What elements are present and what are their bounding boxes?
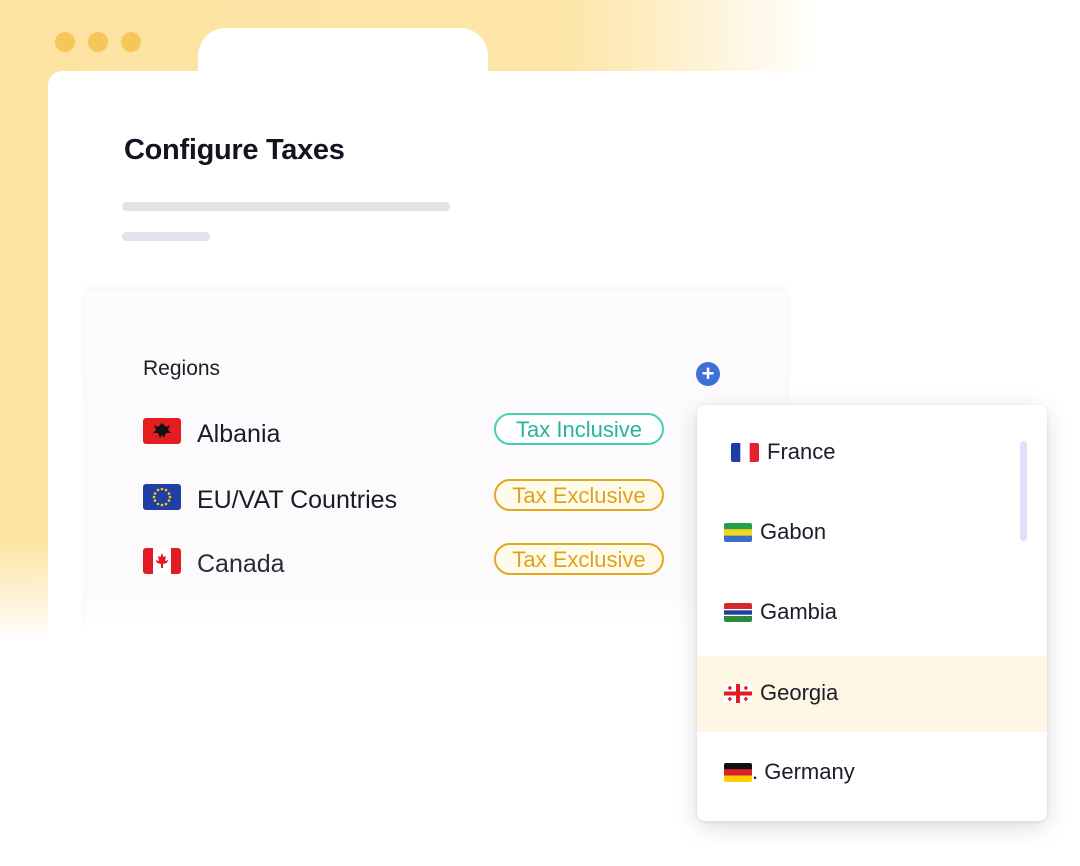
country-option-label: Georgia bbox=[760, 680, 839, 705]
window-dot-icon bbox=[88, 32, 108, 52]
georgia-flag-icon bbox=[724, 684, 752, 703]
region-name: Canada bbox=[197, 550, 285, 578]
germany-flag-icon bbox=[724, 763, 752, 782]
card-fade bbox=[86, 586, 786, 646]
gabon-flag-icon bbox=[724, 523, 752, 542]
country-option-label: Gabon bbox=[760, 519, 827, 544]
albania-flag-icon bbox=[143, 418, 181, 444]
country-option-france[interactable]: France bbox=[697, 415, 1047, 491]
window-dot-icon bbox=[121, 32, 141, 52]
region-row[interactable]: Canada Tax Exclusive bbox=[143, 543, 673, 588]
country-option-gambia[interactable]: Gambia bbox=[697, 575, 1047, 651]
page-title: Configure Taxes bbox=[124, 134, 345, 166]
tax-inclusive-badge[interactable]: Tax Inclusive bbox=[494, 413, 664, 445]
eu-flag-icon bbox=[143, 484, 181, 510]
country-option-label: Gambia bbox=[760, 599, 838, 624]
add-region-button[interactable]: + bbox=[696, 362, 720, 386]
country-option-georgia[interactable]: Georgia bbox=[697, 656, 1047, 732]
tax-exclusive-badge[interactable]: Tax Exclusive bbox=[494, 479, 664, 511]
country-option-gabon[interactable]: Gabon bbox=[697, 495, 1047, 571]
country-option-label: France bbox=[767, 439, 836, 464]
placeholder-line bbox=[122, 202, 450, 211]
region-row[interactable]: EU/VAT Countries Tax Exclusive bbox=[143, 479, 673, 524]
tax-exclusive-badge[interactable]: Tax Exclusive bbox=[494, 543, 664, 575]
regions-label: Regions bbox=[143, 357, 221, 380]
region-name: Albania bbox=[197, 420, 281, 448]
region-row[interactable]: Albania Tax Inclusive bbox=[143, 413, 673, 458]
france-flag-icon bbox=[731, 443, 759, 462]
region-name: EU/VAT Countries bbox=[197, 486, 398, 514]
country-option-germany[interactable]: . Germany bbox=[697, 735, 1047, 811]
country-dropdown[interactable]: France Gabon Gambia Georgia . Germany bbox=[697, 405, 1047, 821]
window-dot-icon bbox=[55, 32, 75, 52]
canada-flag-icon bbox=[143, 548, 181, 574]
country-option-label: . Germany bbox=[752, 759, 855, 784]
placeholder-line bbox=[122, 232, 210, 241]
gambia-flag-icon bbox=[724, 603, 752, 622]
